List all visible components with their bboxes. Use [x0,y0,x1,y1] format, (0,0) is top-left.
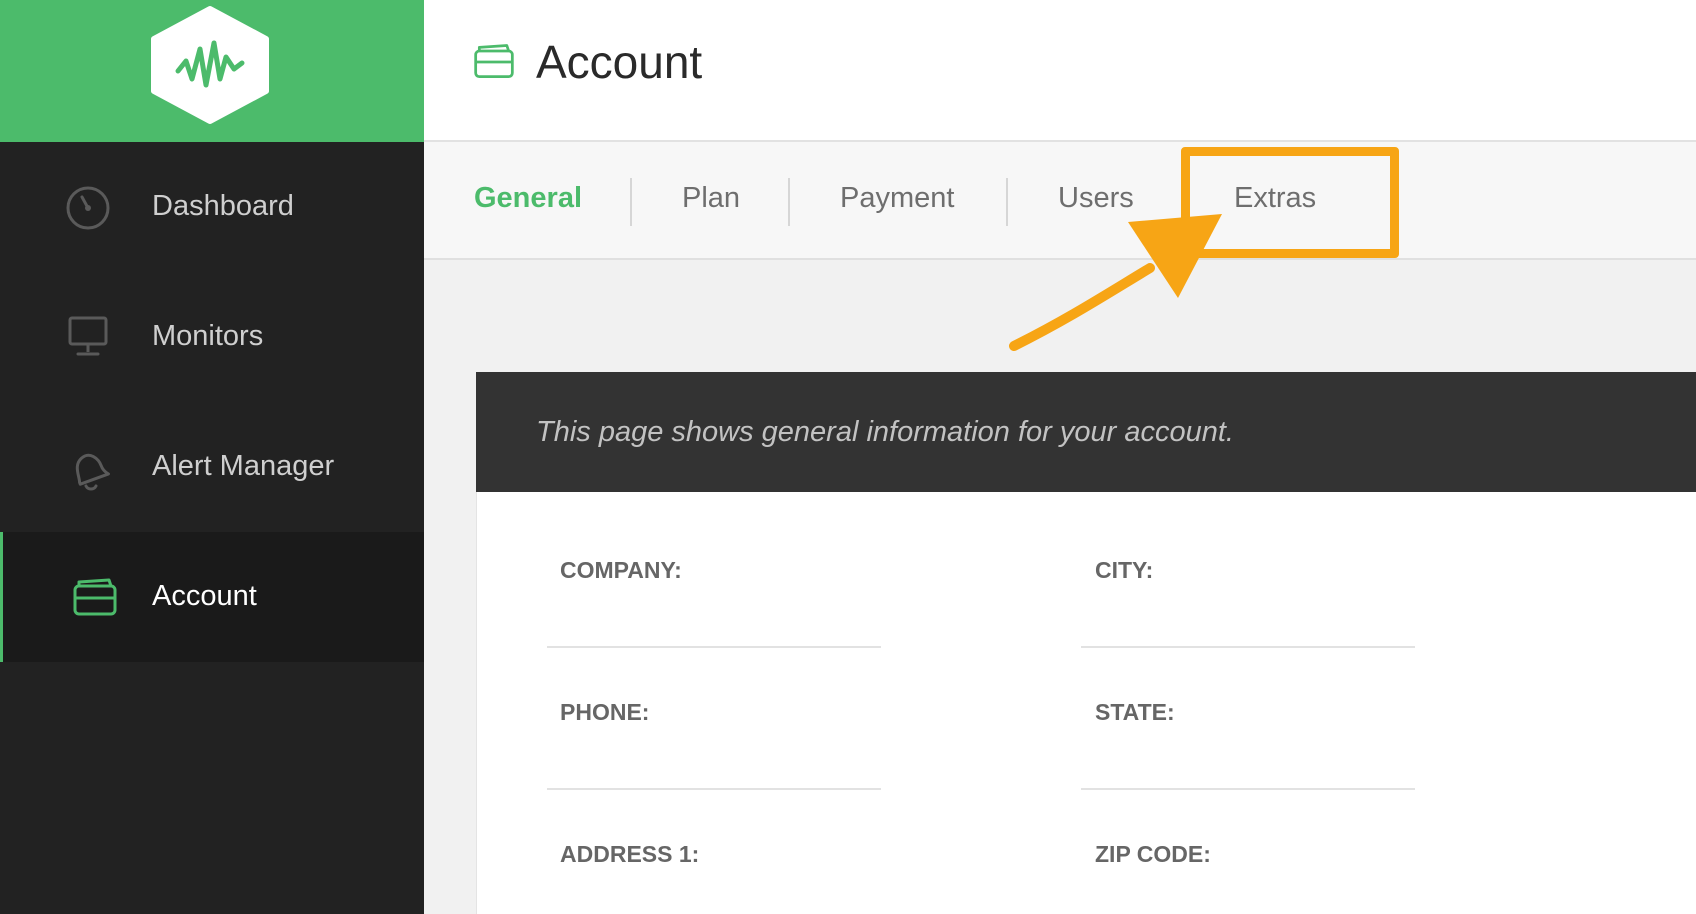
zip-label: ZIP CODE: [1095,841,1211,867]
phone-label: PHONE: [560,699,650,725]
company-label: COMPANY: [560,557,682,583]
phone-field[interactable] [547,788,881,790]
address1-label: ADDRESS 1: [560,841,700,867]
tab-general[interactable]: General [474,178,582,218]
logo-area [0,0,424,142]
arrow-icon [1009,214,1222,351]
tab-payment[interactable]: Payment [840,178,954,218]
sidebar-item-label: Dashboard [152,190,294,222]
sidebar: Dashboard Monitors Alert Manager Account [0,0,424,914]
info-banner: This page shows general information for … [476,372,1696,492]
wallet-icon [474,44,514,79]
speedometer-icon [66,186,110,230]
account-info-form: COMPANY: CITY: PHONE: STATE: ADDRESS 1: … [476,492,1696,914]
monitor-icon [68,316,108,356]
sidebar-item-label: Monitors [152,320,264,352]
page-title: Account [536,36,703,88]
page-header: Account [424,0,1696,142]
logo-icon[interactable] [148,5,272,125]
state-label: STATE: [1095,699,1175,725]
company-field[interactable] [547,646,881,648]
city-field[interactable] [1081,646,1415,648]
sidebar-item-alert-manager[interactable]: Alert Manager [0,402,424,532]
wallet-icon [73,578,117,616]
sidebar-item-account[interactable]: Account [0,532,424,662]
city-label: CITY: [1095,557,1154,583]
sidebar-item-label: Alert Manager [152,450,335,482]
sidebar-item-monitors[interactable]: Monitors [0,272,424,402]
sidebar-item-dashboard[interactable]: Dashboard [0,142,424,272]
tab-divider [788,178,790,226]
sidebar-item-label: Account [152,580,257,612]
tab-divider [630,178,632,226]
info-banner-text: This page shows general information for … [536,416,1234,448]
state-field[interactable] [1081,788,1415,790]
tab-plan[interactable]: Plan [682,178,740,218]
bell-icon [75,453,110,491]
